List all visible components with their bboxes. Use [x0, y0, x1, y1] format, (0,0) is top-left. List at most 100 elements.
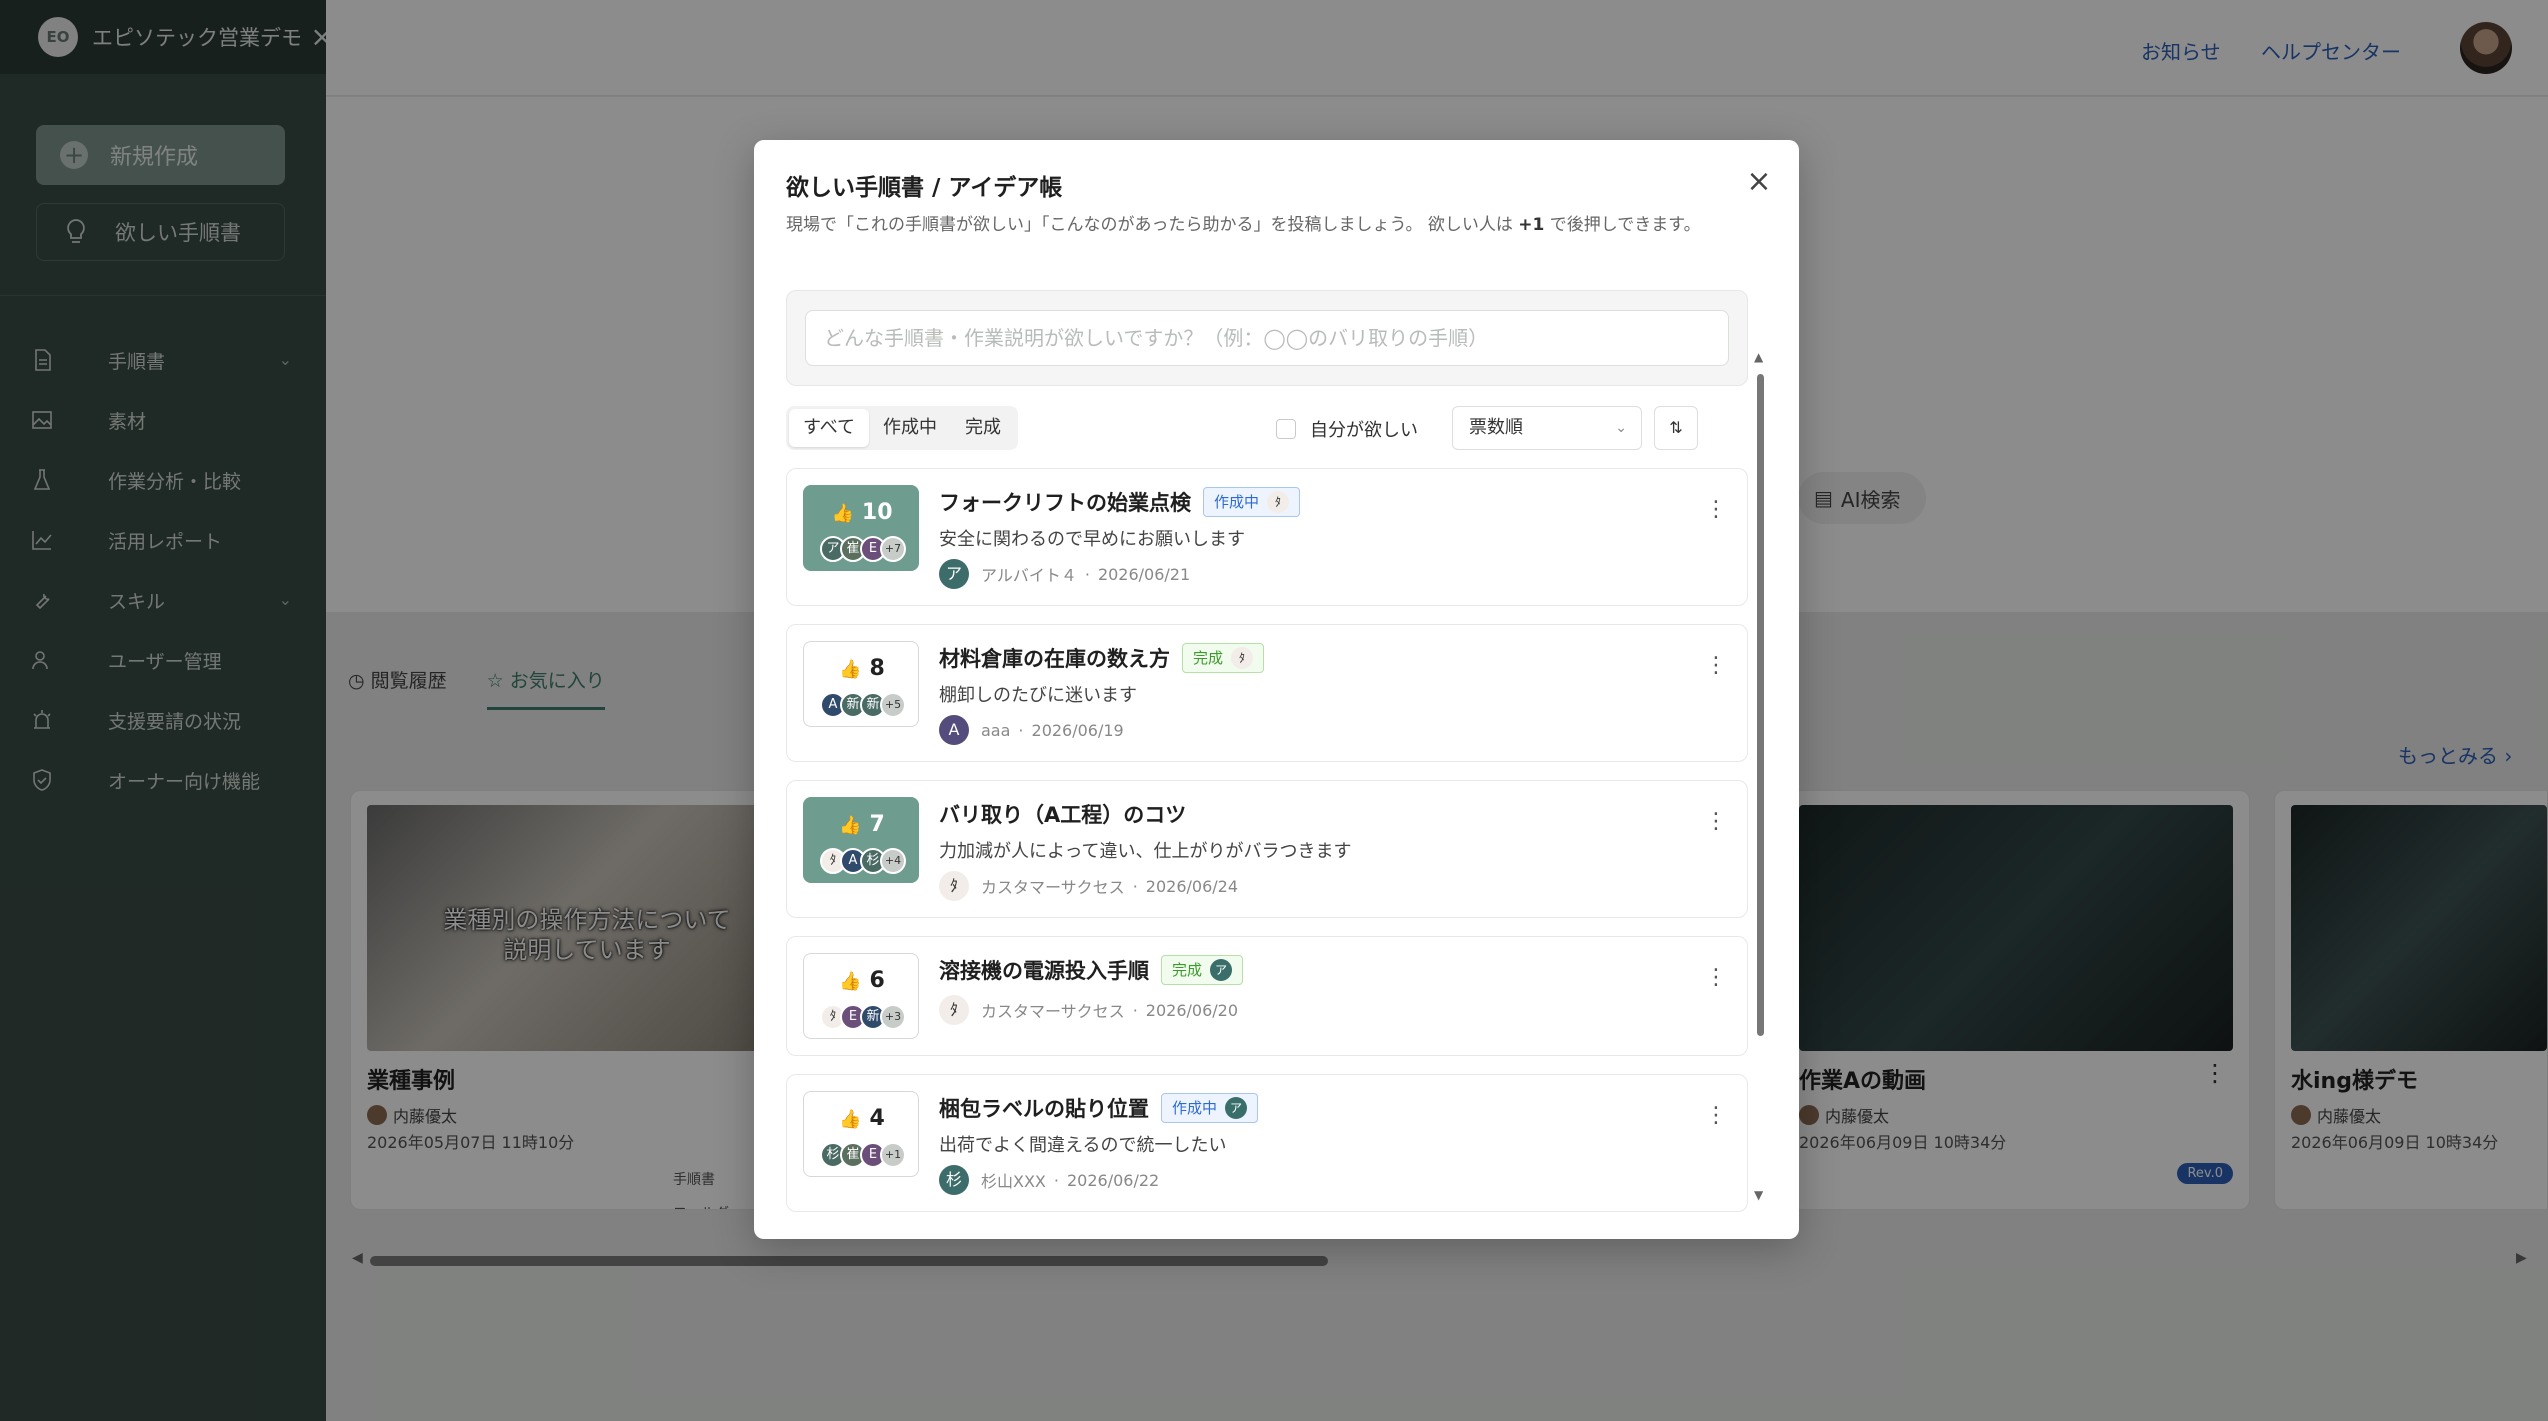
wish-modal: 欲しい手順書 / アイデア帳 × 現場で「これの手順書が欲しい」「こんなのがあっ… [754, 140, 1799, 1239]
mine-label: 自分が欲しい [1310, 420, 1418, 441]
idea-input-container [786, 290, 1748, 386]
more-options-icon[interactable]: ⋮ [1701, 807, 1731, 837]
scroll-up-icon[interactable]: ▲ [1754, 350, 1763, 364]
idea-item: 👍 8 A 新 新 +5 材料倉庫の在庫の数え方 完成ﾀ 棚卸しのたびに迷います … [786, 624, 1748, 762]
desc-plus-one: +1 [1518, 215, 1545, 235]
thumbs-up-icon: 👍 [831, 503, 854, 524]
thumbs-up-icon: 👍 [839, 659, 862, 680]
status-badge: 作成中 ﾀ [1203, 487, 1301, 517]
idea-input[interactable] [805, 310, 1729, 366]
idea-meta: A aaa · 2026/06/19 [939, 715, 1124, 745]
filter-done[interactable]: 完成 [951, 409, 1015, 447]
idea-body: 力加減が人によって違い、仕上がりがバラつきます [939, 841, 1352, 862]
status-badge: 作成中ア [1161, 1093, 1259, 1123]
author-avatar: ﾀ [939, 871, 969, 901]
voter-avatars: ア 崔 E +7 [820, 536, 906, 562]
mine-checkbox[interactable]: 自分が欲しい [1276, 416, 1418, 442]
idea-item: 👍 6 ﾀ E 新 +3 溶接機の電源投入手順 完成ア ﾀ カスタマーサクセス ·… [786, 936, 1748, 1056]
more-options-icon[interactable]: ⋮ [1701, 495, 1731, 525]
vote-number: 10 [861, 500, 893, 525]
filter-in-progress[interactable]: 作成中 [869, 409, 951, 447]
voter-avatars: ﾀ A 杉 +4 [820, 848, 906, 874]
vote-number: 8 [869, 656, 885, 681]
author-name: アルバイト４ [981, 566, 1077, 585]
idea-meta: ﾀ カスタマーサクセス · 2026/06/20 [939, 995, 1238, 1025]
idea-date: 2026/06/21 [1097, 564, 1191, 584]
idea-meta: 杉 杉山XXX · 2026/06/22 [939, 1165, 1159, 1195]
vote-button[interactable]: 👍 4 杉 崔 E +1 [803, 1091, 919, 1177]
voter-more-count: +5 [880, 692, 906, 718]
idea-item: 👍 10 ア 崔 E +7 フォークリフトの始業点検 作成中 ﾀ 安全に関わるので早… [786, 468, 1748, 606]
status-badge: 完成 ﾀ [1182, 643, 1265, 673]
status-badge: 完成ア [1161, 955, 1244, 985]
idea-body: 安全に関わるので早めにお願いします [939, 529, 1245, 550]
filter-all[interactable]: すべて [789, 409, 870, 447]
voter-more-count: +1 [880, 1142, 906, 1168]
sort-label: 票数順 [1469, 417, 1523, 438]
scrollbar-thumb[interactable] [1757, 374, 1764, 1036]
more-options-icon[interactable]: ⋮ [1701, 1101, 1731, 1131]
sort-select[interactable]: 票数順 ⌄ [1452, 406, 1642, 450]
idea-title-text: バリ取り（A工程）のコツ [939, 803, 1187, 827]
vote-count: 👍 4 [804, 1106, 920, 1131]
idea-title: 梱包ラベルの貼り位置 作成中ア [939, 1093, 1259, 1123]
status-text: 作成中 [1214, 493, 1260, 511]
status-text: 作成中 [1172, 1099, 1218, 1117]
idea-meta: ﾀ カスタマーサクセス · 2026/06/24 [939, 871, 1238, 901]
status-text: 完成 [1193, 649, 1224, 667]
author-name: カスタマーサクセス [981, 878, 1125, 897]
assignee-avatar: ア [1210, 959, 1233, 981]
vote-number: 7 [869, 812, 885, 837]
idea-meta: ア アルバイト４ · 2026/06/21 [939, 559, 1190, 589]
desc-text: で後押しできます。 [1544, 215, 1701, 235]
meta-separator: · [1132, 876, 1138, 896]
meta-separator: · [1053, 1170, 1059, 1190]
author-avatar: ﾀ [939, 995, 969, 1025]
voter-more-count: +7 [880, 536, 906, 562]
vote-count: 👍 10 [804, 500, 920, 525]
vote-button[interactable]: 👍 6 ﾀ E 新 +3 [803, 953, 919, 1039]
idea-date: 2026/06/22 [1066, 1170, 1160, 1190]
vote-button[interactable]: 👍 7 ﾀ A 杉 +4 [803, 797, 919, 883]
idea-body: 棚卸しのたびに迷います [939, 685, 1137, 706]
thumbs-up-icon: 👍 [839, 971, 862, 992]
idea-title-text: 材料倉庫の在庫の数え方 [939, 647, 1170, 671]
idea-title-text: 溶接機の電源投入手順 [939, 959, 1149, 983]
author-name: カスタマーサクセス [981, 1002, 1125, 1021]
more-options-icon[interactable]: ⋮ [1701, 963, 1731, 993]
vote-button[interactable]: 👍 10 ア 崔 E +7 [803, 485, 919, 571]
assignee-avatar: ﾀ [1267, 491, 1290, 513]
author-name: 杉山XXX [981, 1172, 1046, 1191]
voter-avatars: 杉 崔 E +1 [820, 1142, 906, 1168]
more-options-icon[interactable]: ⋮ [1701, 651, 1731, 681]
checkbox-box [1276, 419, 1296, 439]
meta-separator: · [1084, 564, 1090, 584]
vote-count: 👍 7 [804, 812, 920, 837]
modal-description: 現場で「これの手順書が欲しい」「こんなのがあったら助かる」を投稿しましょう。 欲… [786, 210, 1748, 240]
voter-avatars: A 新 新 +5 [820, 692, 906, 718]
assignee-avatar: ア [1225, 1097, 1248, 1119]
desc-text: 現場で「これの手順書が欲しい」「こんなのがあったら助かる」を投稿しましょう。 欲… [786, 215, 1519, 235]
vote-button[interactable]: 👍 8 A 新 新 +5 [803, 641, 919, 727]
status-text: 完成 [1172, 961, 1203, 979]
voter-avatars: ﾀ E 新 +3 [820, 1004, 906, 1030]
idea-title: 溶接機の電源投入手順 完成ア [939, 955, 1244, 985]
idea-date: 2026/06/24 [1145, 876, 1238, 896]
meta-separator: · [1132, 1000, 1138, 1020]
voter-more-count: +3 [880, 1004, 906, 1030]
chevron-down-icon: ⌄ [1615, 420, 1627, 436]
vote-count: 👍 6 [804, 968, 920, 993]
thumbs-up-icon: 👍 [839, 815, 862, 836]
vote-number: 6 [869, 968, 885, 993]
close-icon[interactable]: × [1741, 164, 1777, 200]
idea-title-text: 梱包ラベルの貼り位置 [939, 1097, 1149, 1121]
modal-title: 欲しい手順書 / アイデア帳 [786, 175, 1063, 201]
idea-title: 材料倉庫の在庫の数え方 完成 ﾀ [939, 643, 1265, 673]
idea-body: 出荷でよく間違えるので統一したい [939, 1135, 1227, 1156]
scroll-down-icon[interactable]: ▼ [1754, 1188, 1763, 1202]
vote-count: 👍 8 [804, 656, 920, 681]
idea-date: 2026/06/19 [1031, 720, 1124, 740]
sort-direction-icon[interactable]: ⇅ [1654, 406, 1698, 450]
status-filter: すべて 作成中 完成 [786, 406, 1019, 450]
modal-scrollbar[interactable]: ▲ ▼ [1754, 232, 1766, 1222]
